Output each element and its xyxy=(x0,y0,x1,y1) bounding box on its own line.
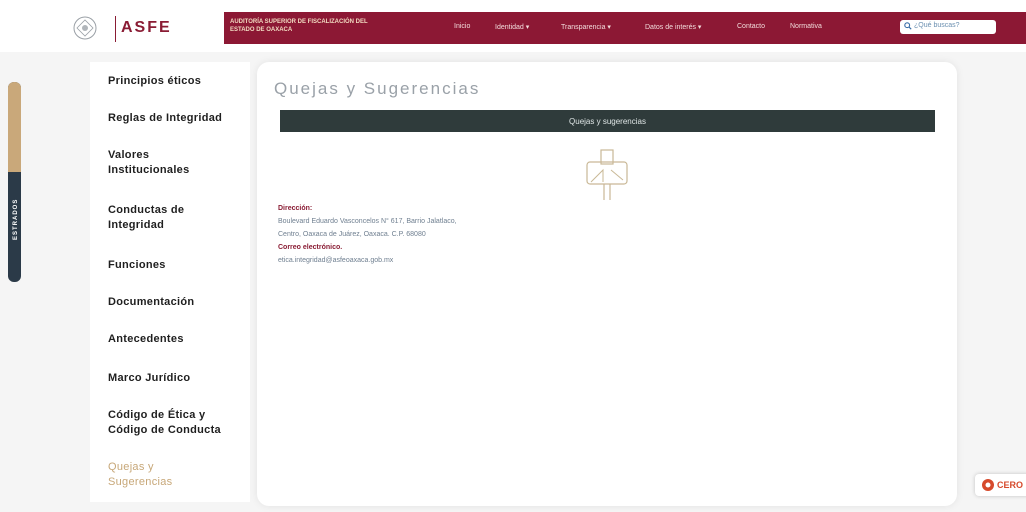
mailbox-icon xyxy=(586,149,628,200)
email-label: Correo electrónico. xyxy=(278,244,343,251)
navbar: AUDITORÍA SUPERIOR DE FISCALIZACIÓN DEL … xyxy=(224,12,1026,44)
sidebar-item-antecedentes[interactable]: Antecedentes xyxy=(108,332,248,347)
sidebar: Principios éticos Reglas de Integridad V… xyxy=(90,62,250,502)
nav-inicio[interactable]: Inicio xyxy=(454,23,470,30)
section-band-title: Quejas y sugerencias xyxy=(569,116,646,126)
contact-info: Dirección: Boulevard Eduardo Vasconcelos… xyxy=(278,202,457,267)
nav-identidad[interactable]: Identidad ▾ xyxy=(495,23,529,31)
cero-logo-icon xyxy=(982,479,994,491)
brand-name: ASFE xyxy=(121,19,172,36)
page-title: Quejas y Sugerencias xyxy=(274,79,481,98)
sidebar-item-reglas[interactable]: Reglas de Integridad xyxy=(108,111,248,126)
estrados-label: ESTRADOS xyxy=(13,198,19,240)
search-placeholder: ¿Qué buscas? xyxy=(914,22,960,29)
logo[interactable]: ASFE xyxy=(57,8,175,48)
sidebar-item-principios[interactable]: Principios éticos xyxy=(108,74,248,89)
email-link[interactable]: etica.integridad@asfeoaxaca.gob.mx xyxy=(278,254,457,267)
brand-divider xyxy=(115,16,116,42)
address-line-2: Centro, Oaxaca de Juárez, Oaxaca. C.P. 6… xyxy=(278,231,426,238)
sidebar-item-funciones[interactable]: Funciones xyxy=(108,258,248,273)
nav-normativa[interactable]: Normativa xyxy=(790,23,822,30)
cero-badge-text: CERO xyxy=(997,480,1024,490)
seal-icon xyxy=(73,16,97,40)
address-line-1: Boulevard Eduardo Vasconcelos N° 617, Ba… xyxy=(278,218,457,225)
search-input[interactable]: ¿Qué buscas? xyxy=(900,20,996,34)
sidebar-item-quejas[interactable]: Quejas y Sugerencias xyxy=(108,460,178,490)
sidebar-item-valores[interactable]: Valores Institucionales xyxy=(108,148,198,178)
sidebar-item-marco[interactable]: Marco Jurídico xyxy=(108,371,248,386)
sidebar-item-codigo[interactable]: Código de Ética y Código de Conducta xyxy=(108,408,233,438)
search-icon xyxy=(904,22,912,30)
content-card: Quejas y Sugerencias Quejas y sugerencia… xyxy=(257,62,957,506)
sidebar-item-conductas[interactable]: Conductas de Integridad xyxy=(108,203,198,233)
estrados-tab[interactable]: ESTRADOS xyxy=(8,82,21,282)
address-label: Dirección: xyxy=(278,205,313,212)
header: ASFE AUDITORÍA SUPERIOR DE FISCALIZACIÓN… xyxy=(0,0,1026,52)
section-band: Quejas y sugerencias xyxy=(280,110,935,132)
sidebar-item-documentacion[interactable]: Documentación xyxy=(108,295,248,310)
nav-datos[interactable]: Datos de interés ▾ xyxy=(645,23,701,31)
cero-badge[interactable]: CERO xyxy=(975,474,1026,496)
org-name: AUDITORÍA SUPERIOR DE FISCALIZACIÓN DEL … xyxy=(230,19,368,33)
nav-transparencia[interactable]: Transparencia ▾ xyxy=(561,23,611,31)
nav-contacto[interactable]: Contacto xyxy=(737,23,765,30)
estrados-tab-top xyxy=(8,82,21,172)
